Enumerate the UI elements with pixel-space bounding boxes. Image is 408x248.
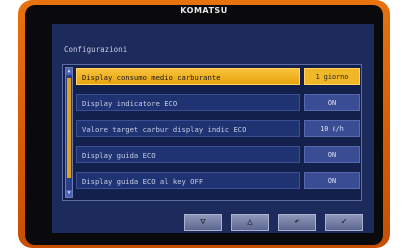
- setting-value[interactable]: 10 ℓ/h: [304, 120, 360, 137]
- checkmark-icon: ✓: [341, 217, 347, 227]
- setting-value[interactable]: ON: [304, 146, 360, 163]
- scrollbar[interactable]: ▲ ▼: [65, 67, 73, 198]
- setting-label: Valore target carbur display indic ECO: [76, 120, 300, 137]
- page-title: Configurazioni: [64, 45, 128, 54]
- scroll-down-icon[interactable]: ▼: [66, 190, 72, 197]
- brand-logo: KOMATSU: [180, 6, 228, 15]
- scroll-thumb[interactable]: [67, 78, 71, 178]
- setting-row-eco-indicator[interactable]: Display indicatore ECO ON: [76, 94, 360, 111]
- return-arrow-icon: ↶: [294, 217, 300, 227]
- setting-label: Display consumo medio carburante: [76, 68, 300, 85]
- setting-row-eco-guide-key-off[interactable]: Display guida ECO al key OFF ON: [76, 172, 360, 189]
- setting-label: Display guida ECO al key OFF: [76, 172, 300, 189]
- setting-label: Display guida ECO: [76, 146, 300, 163]
- up-triangle-icon: △: [247, 217, 253, 227]
- confirm-button[interactable]: ✓: [325, 214, 363, 231]
- up-button[interactable]: △: [231, 214, 269, 231]
- setting-row-eco-target[interactable]: Valore target carbur display indic ECO 1…: [76, 120, 360, 137]
- down-button[interactable]: ▽: [184, 214, 222, 231]
- setting-value[interactable]: ON: [304, 172, 360, 189]
- back-button[interactable]: ↶: [278, 214, 316, 231]
- setting-row-fuel-consumption[interactable]: Display consumo medio carburante 1 giorn…: [76, 68, 360, 85]
- setting-value[interactable]: 1 giorno: [304, 68, 360, 85]
- monitor-screen: Configurazioni ▲ ▼ Display consumo medio…: [52, 24, 374, 233]
- setting-value[interactable]: ON: [304, 94, 360, 111]
- down-triangle-icon: ▽: [200, 217, 206, 227]
- setting-row-eco-guide[interactable]: Display guida ECO ON: [76, 146, 360, 163]
- setting-label: Display indicatore ECO: [76, 94, 300, 111]
- scroll-up-icon[interactable]: ▲: [66, 68, 72, 75]
